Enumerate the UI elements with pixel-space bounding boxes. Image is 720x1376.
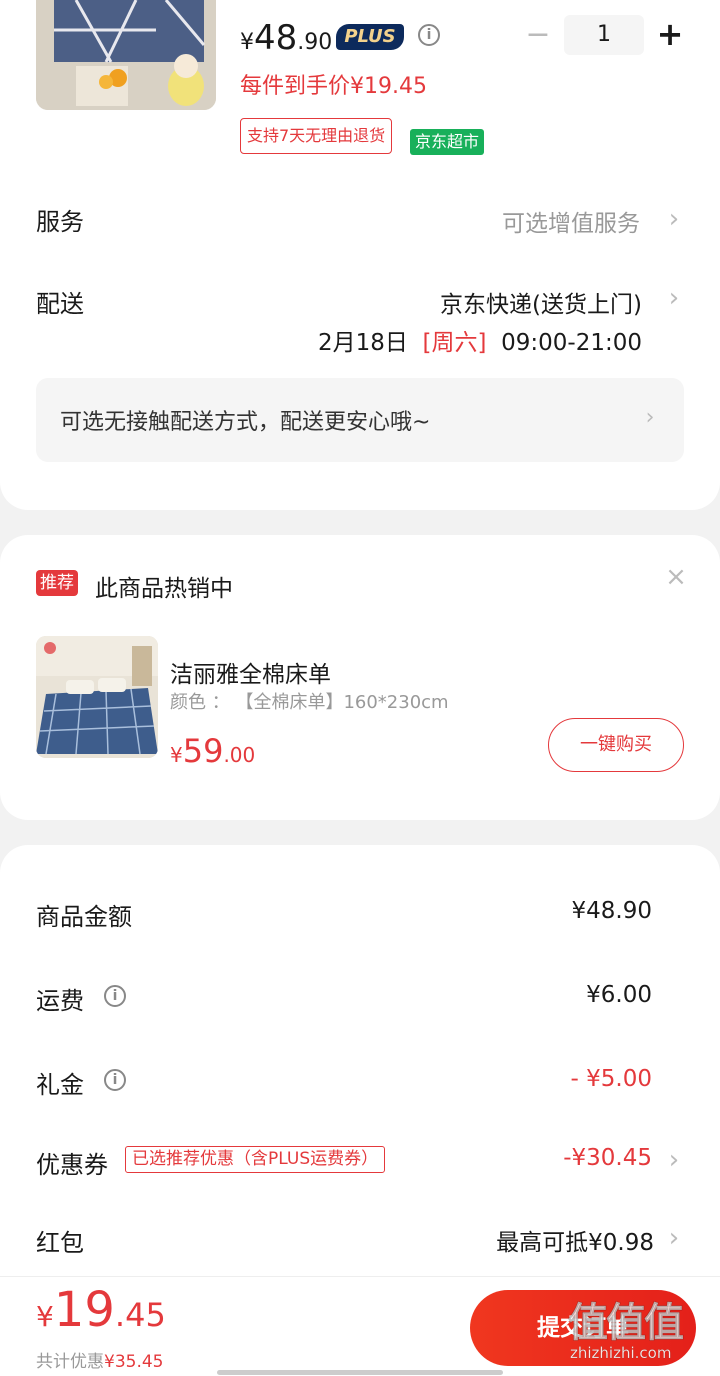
recommend-product-price: ¥59.00 — [170, 732, 255, 770]
jd-supermarket-tag: 京东超市 — [410, 129, 485, 155]
delivery-time[interactable]: 2月18日 [周六] 09:00-21:00 — [318, 323, 642, 357]
total-discount-label: 共计优惠 — [36, 1352, 104, 1372]
recommend-product-name[interactable]: 洁丽雅全棉床单 — [170, 655, 331, 689]
gift-money-label: 礼金 — [36, 1071, 84, 1099]
delivery-method[interactable]: 京东快递(送货上门) — [440, 285, 642, 319]
currency-symbol: ¥ — [240, 30, 254, 55]
delivery-time-range: 09:00-21:00 — [501, 330, 642, 356]
delivery-chevron-icon[interactable]: › — [664, 283, 684, 313]
price-decimal: .90 — [297, 30, 333, 55]
close-icon[interactable]: × — [664, 564, 688, 590]
quantity-increase-button[interactable]: + — [656, 18, 684, 52]
delivery-label: 配送 — [36, 290, 84, 318]
delivery-weekday: [周六] — [422, 330, 487, 356]
contactless-delivery-text: 可选无接触配送方式，配送更安心哦~ — [60, 410, 431, 435]
quantity-input[interactable]: 1 — [564, 15, 644, 55]
shipping-fee-label: 运费 — [36, 987, 84, 1015]
red-packet-value[interactable]: 最高可抵¥0.98 — [496, 1223, 654, 1257]
service-value[interactable]: 可选增值服务 — [502, 204, 640, 238]
recommend-product-thumbnail[interactable] — [36, 636, 158, 758]
delivery-date: 2月18日 — [318, 330, 408, 356]
total-discount[interactable]: 共计优惠¥35.45 — [36, 1347, 163, 1372]
price-decimal: .45 — [114, 1296, 166, 1334]
quantity-decrease-button[interactable]: − — [524, 20, 552, 52]
goods-amount-value: ¥48.90 — [571, 898, 652, 924]
price-integer: 48 — [254, 18, 298, 58]
recommend-badge: 推荐 — [36, 570, 78, 596]
recommendation-card: 推荐 此商品热销中 × 洁丽雅全棉床单 颜色 ： 【全棉床单】160*230cm… — [0, 535, 720, 820]
goods-amount-label: 商品金额 — [36, 903, 132, 931]
checkout-divider — [0, 1276, 720, 1277]
price-info-icon[interactable]: i — [418, 24, 440, 46]
shipping-fee-value: ¥6.00 — [586, 982, 652, 1008]
one-click-buy-button[interactable]: 一键购买 — [548, 718, 684, 772]
product-thumbnail[interactable] — [36, 0, 216, 110]
watermark-url: zhizhizhi.com — [570, 1344, 672, 1362]
home-indicator[interactable] — [217, 1370, 503, 1375]
coupon-label: 优惠券 — [36, 1151, 108, 1179]
watermark-logo: 值值值 zhizhizhi.com — [560, 1290, 720, 1370]
product-image — [36, 0, 216, 110]
gift-money-info-icon[interactable]: i — [104, 1069, 126, 1091]
return-policy-tag: 支持7天无理由退货 — [240, 118, 393, 154]
coupon-value[interactable]: -¥30.45 — [563, 1145, 652, 1171]
shipping-info-icon[interactable]: i — [104, 985, 126, 1007]
currency-symbol: ¥ — [170, 743, 183, 767]
contactless-delivery-option[interactable]: 可选无接触配送方式，配送更安心哦~ › — [36, 378, 684, 462]
total-discount-value: ¥35.45 — [104, 1352, 164, 1372]
currency-symbol: ¥ — [36, 1300, 54, 1333]
recommend-product-spec: 颜色 ： 【全棉床单】160*230cm — [170, 692, 449, 713]
price-decimal: .00 — [223, 743, 256, 767]
contactless-chevron-icon: › — [645, 405, 655, 430]
coupon-chevron-icon[interactable]: › — [664, 1145, 684, 1175]
unit-final-price: 每件到手价¥19.45 — [240, 74, 427, 99]
order-item-card: ¥48.90 PLUS i 每件到手价¥19.45 − 1 + 支持7天无理由退… — [0, 0, 720, 510]
red-packet-label: 红包 — [36, 1229, 84, 1257]
price-integer: 59 — [182, 732, 224, 770]
service-chevron-icon[interactable]: › — [664, 204, 684, 234]
recommend-title: 此商品热销中 — [95, 576, 233, 602]
gift-money-value: - ¥5.00 — [570, 1066, 652, 1092]
product-price: ¥48.90 — [240, 18, 332, 58]
watermark-text: 值值值 — [568, 1300, 685, 1347]
price-integer: 19 — [53, 1282, 115, 1338]
red-packet-chevron-icon[interactable]: › — [664, 1223, 684, 1253]
coupon-selected-tag[interactable]: 已选推荐优惠（含PLUS运费券） — [125, 1146, 386, 1173]
service-label: 服务 — [36, 208, 84, 236]
plus-badge: PLUS — [336, 24, 404, 50]
total-price: ¥19.45 — [36, 1282, 166, 1338]
bedsheet-image — [36, 636, 158, 758]
